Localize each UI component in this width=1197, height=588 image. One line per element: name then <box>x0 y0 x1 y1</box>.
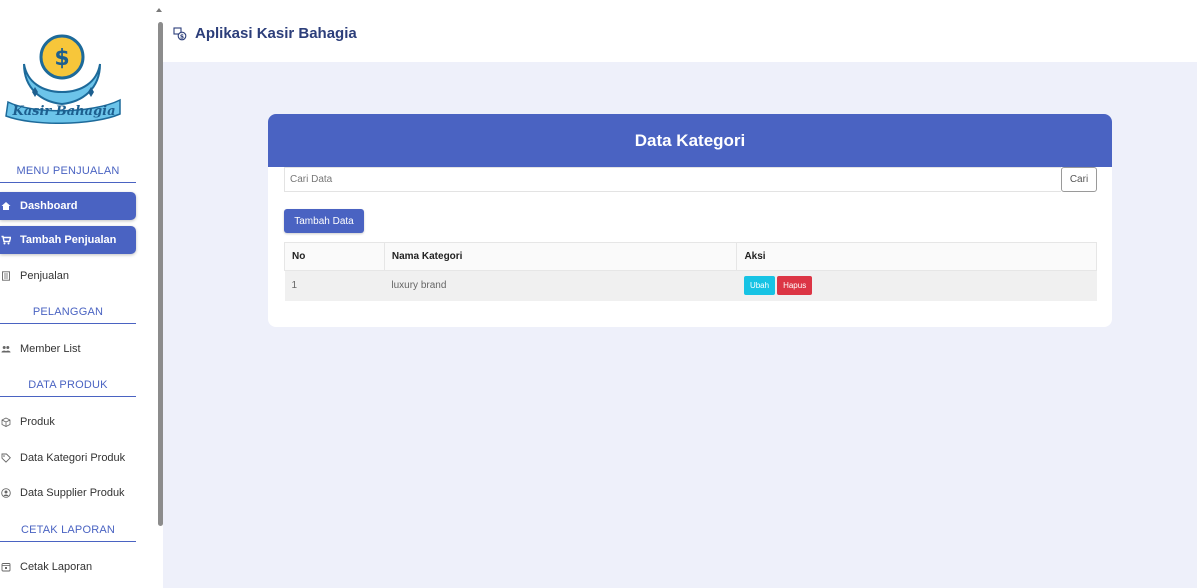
supplier-icon <box>1 488 11 498</box>
sidebar-item-penjualan[interactable]: Penjualan <box>0 262 136 290</box>
tambah-data-button[interactable]: Tambah Data <box>284 209 364 233</box>
sidebar-item-data-kategori-produk[interactable]: Data Kategori Produk <box>0 444 136 472</box>
kategori-table: No Nama Kategori Aksi 1 luxury brand Uba… <box>284 242 1097 301</box>
sidebar-item-data-supplier-produk[interactable]: Data Supplier Produk <box>0 479 136 507</box>
section-title-pelanggan: PELANGGAN <box>0 306 136 324</box>
sidebar-item-tambah-penjualan[interactable]: Tambah Penjualan <box>0 226 136 254</box>
cash-register-icon: $ <box>173 26 187 40</box>
print-icon <box>1 563 11 572</box>
users-icon <box>1 346 11 353</box>
section-title-cetak-laporan: CETAK LAPORAN <box>0 524 136 542</box>
sidebar-item-cetak-laporan[interactable]: Cetak Laporan <box>0 553 136 581</box>
column-header-aksi: Aksi <box>736 242 1097 271</box>
cell-no: 1 <box>284 270 385 301</box>
sidebar-item-label: Penjualan <box>20 270 69 282</box>
scroll-up-arrow-icon[interactable] <box>156 8 162 12</box>
sidebar-item-member-list[interactable]: Member List <box>0 335 136 363</box>
sidebar-item-label: Data Supplier Produk <box>20 487 125 499</box>
svg-text:$: $ <box>54 46 69 71</box>
cart-icon <box>1 235 11 245</box>
section-title-data-produk: DATA PRODUK <box>0 379 136 397</box>
cell-nama-kategori: luxury brand <box>384 270 737 301</box>
tag-icon <box>1 453 11 463</box>
receipt-icon <box>2 271 10 281</box>
search-input[interactable]: Cari Data <box>284 167 1061 192</box>
app-title: $ Aplikasi Kasir Bahagia <box>173 25 357 42</box>
sidebar-item-label: Dashboard <box>20 200 78 212</box>
kategori-card: Data Kategori Cari Data Cari Tambah Data… <box>268 114 1112 327</box>
sidebar-item-label: Member List <box>20 343 81 355</box>
card-title: Data Kategori <box>268 114 1112 167</box>
sidebar: $ Kasir Bahagia MENU PENJUALAN Dashboard… <box>0 0 145 588</box>
search-row: Cari Data Cari <box>284 167 1098 192</box>
sidebar-item-label: Produk <box>20 416 55 428</box>
sidebar-item-label: Cetak Laporan <box>20 561 93 573</box>
box-icon <box>1 417 11 427</box>
sidebar-item-dashboard[interactable]: Dashboard <box>0 192 136 220</box>
ubah-button[interactable]: Ubah <box>743 276 776 296</box>
table-header-row: No Nama Kategori Aksi <box>284 242 1097 271</box>
table-row: 1 luxury brand Ubah Hapus <box>284 270 1097 301</box>
logo-text: Kasir Bahagia <box>11 104 115 119</box>
home-icon <box>1 202 11 210</box>
cell-aksi: Ubah Hapus <box>736 270 1097 301</box>
search-button[interactable]: Cari <box>1061 167 1097 192</box>
kasir-bahagia-logo: $ Kasir Bahagia <box>5 34 121 124</box>
app-title-text: Aplikasi Kasir Bahagia <box>195 25 357 42</box>
sidebar-item-label: Tambah Penjualan <box>20 234 117 246</box>
sidebar-item-produk[interactable]: Produk <box>0 408 136 436</box>
sidebar-item-label: Data Kategori Produk <box>20 452 126 464</box>
hapus-button[interactable]: Hapus <box>777 276 813 296</box>
column-header-no: No <box>284 242 385 271</box>
section-title-menu-penjualan: MENU PENJUALAN <box>0 165 136 183</box>
column-header-nama-kategori: Nama Kategori <box>383 242 738 271</box>
svg-text:$: $ <box>180 33 184 40</box>
